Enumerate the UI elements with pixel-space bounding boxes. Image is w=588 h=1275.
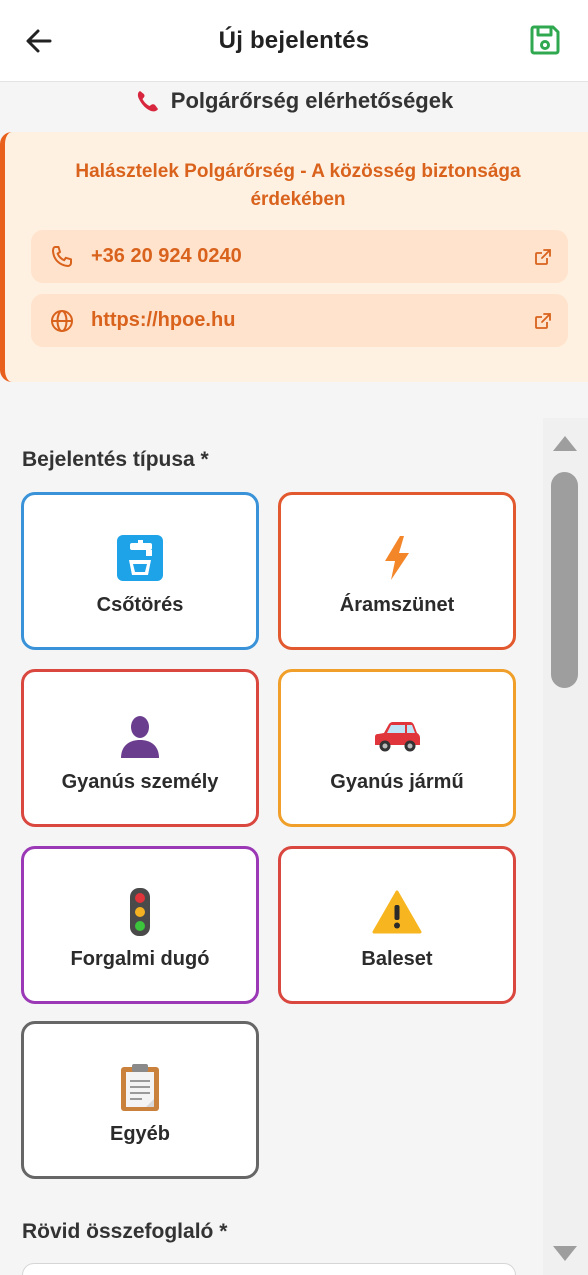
lightning-icon — [385, 535, 409, 580]
organization-name: Halásztelek Polgárőrség - A közösség biz… — [75, 161, 521, 210]
summary-label: Rövid összefoglaló * — [22, 1220, 228, 1243]
type-card-aramszunet[interactable]: Áramszünet — [278, 492, 516, 650]
website-link[interactable]: https://hpoe.hu — [31, 294, 568, 347]
page-title: Új bejelentés — [218, 26, 370, 54]
triangle-up-icon — [553, 436, 577, 451]
clipboard-icon — [121, 1063, 159, 1111]
phone-number: +36 20 924 0240 — [91, 245, 242, 267]
type-label: Egyéb — [109, 1122, 171, 1145]
scroll-up-button[interactable] — [550, 431, 580, 455]
save-button[interactable] — [526, 21, 564, 59]
back-button[interactable] — [22, 24, 56, 58]
summary-input[interactable] — [22, 1263, 516, 1275]
floppy-disk-icon — [530, 25, 560, 55]
warning-icon — [372, 890, 422, 933]
arrow-left-icon — [26, 29, 52, 53]
type-card-gyanus-szemely[interactable]: Gyanús személy — [21, 669, 259, 827]
app-bar: Új bejelentés — [0, 0, 588, 82]
type-card-egyeb[interactable]: Egyéb — [21, 1021, 259, 1179]
globe-icon — [51, 309, 73, 332]
type-card-gyanus-jarmu[interactable]: Gyanús jármű — [278, 669, 516, 827]
scroll-down-button[interactable] — [550, 1242, 580, 1266]
report-type-label: Bejelentés típusa * — [22, 448, 209, 471]
phone-icon — [52, 245, 72, 267]
website-url: https://hpoe.hu — [91, 309, 236, 331]
type-card-csotores[interactable]: Csőtörés — [21, 492, 259, 650]
person-silhouette-icon — [121, 715, 159, 758]
phone-link[interactable]: +36 20 924 0240 — [31, 230, 568, 283]
type-card-forgalmi-dugo[interactable]: Forgalmi dugó — [21, 846, 259, 1004]
type-label: Gyanús személy — [61, 770, 219, 793]
type-label: Gyanús jármű — [330, 770, 464, 793]
water-tap-icon — [117, 534, 163, 581]
contacts-heading-text: Polgárőrség elérhetőségek — [170, 88, 454, 113]
car-icon — [375, 721, 420, 751]
type-card-baleset[interactable]: Baleset — [278, 846, 516, 1004]
type-label: Forgalmi dugó — [70, 947, 210, 970]
type-label: Csőtörés — [96, 593, 184, 616]
contact-card: Halásztelek Polgárőrség - A közösség biz… — [0, 132, 588, 382]
telephone-receiver-icon — [137, 91, 158, 112]
triangle-down-icon — [553, 1246, 577, 1261]
type-label: Áramszünet — [339, 593, 455, 616]
contacts-heading: Polgárőrség elérhetőségek — [0, 84, 588, 118]
external-link-icon — [535, 312, 551, 329]
traffic-light-icon — [130, 887, 150, 936]
external-link-icon — [535, 248, 551, 265]
scrollbar-thumb[interactable] — [551, 472, 578, 688]
type-label: Baleset — [361, 947, 433, 970]
